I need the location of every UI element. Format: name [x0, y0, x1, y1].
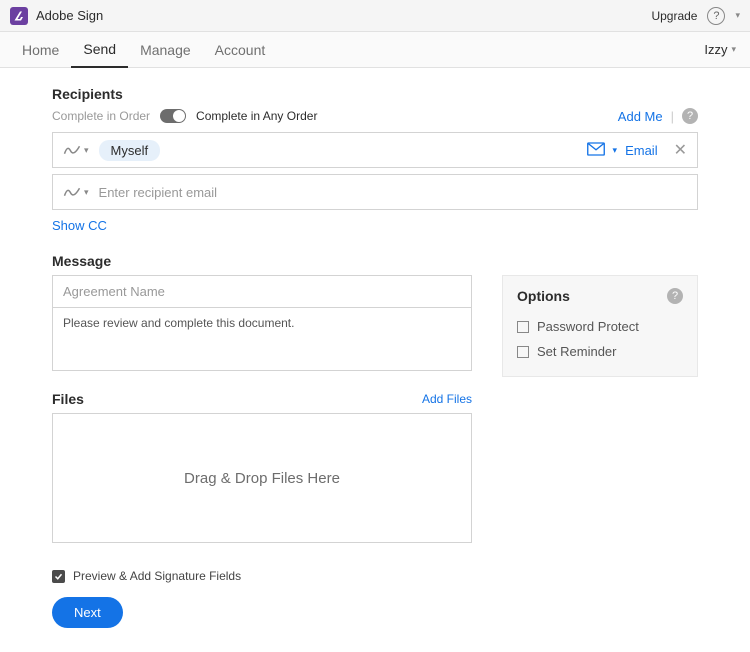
message-heading: Message: [52, 253, 472, 269]
message-body-input[interactable]: [52, 307, 472, 371]
upgrade-link[interactable]: Upgrade: [651, 9, 697, 23]
nav-tab-send[interactable]: Send: [71, 32, 128, 68]
files-heading: Files: [52, 391, 84, 407]
user-menu[interactable]: Izzy ▾: [704, 42, 740, 57]
recipient-input-row: ▾: [52, 174, 698, 210]
option-set-reminder[interactable]: Set Reminder: [517, 339, 683, 364]
app-icon: [10, 7, 28, 25]
next-button[interactable]: Next: [52, 597, 123, 628]
nav-bar: Home Send Manage Account Izzy ▾: [0, 32, 750, 68]
checkbox-checked-icon: [52, 570, 65, 583]
options-heading: Options: [517, 288, 570, 304]
chevron-down-icon: ▾: [84, 145, 89, 156]
nav-tab-account[interactable]: Account: [203, 32, 278, 68]
order-toggle[interactable]: [160, 109, 186, 123]
add-me-link[interactable]: Add Me: [618, 109, 663, 124]
help-icon[interactable]: ?: [707, 7, 725, 25]
option-label: Set Reminder: [537, 344, 616, 359]
nav-tab-home[interactable]: Home: [10, 32, 71, 68]
close-icon[interactable]: ✕: [674, 140, 687, 160]
option-label: Password Protect: [537, 319, 639, 334]
show-cc-link[interactable]: Show CC: [52, 218, 698, 233]
checkbox-icon: [517, 321, 529, 333]
chevron-down-icon: ▾: [731, 44, 736, 55]
help-icon[interactable]: ?: [682, 108, 698, 124]
delivery-email-label[interactable]: Email: [625, 143, 658, 158]
preview-label: Preview & Add Signature Fields: [73, 569, 241, 583]
option-password-protect[interactable]: Password Protect: [517, 314, 683, 339]
checkbox-icon: [517, 346, 529, 358]
help-icon[interactable]: ?: [667, 288, 683, 304]
user-name: Izzy: [704, 42, 727, 57]
agreement-name-input[interactable]: [52, 275, 472, 307]
recipient-chip-myself[interactable]: Myself: [99, 140, 161, 161]
files-dropzone[interactable]: Drag & Drop Files Here: [52, 413, 472, 543]
signer-role-dropdown[interactable]: ▾: [63, 143, 89, 157]
chevron-down-icon[interactable]: ▾: [613, 145, 618, 156]
complete-in-order-label: Complete in Order: [52, 109, 150, 123]
app-title: Adobe Sign: [36, 8, 103, 23]
chevron-down-icon: ▾: [84, 187, 89, 198]
title-bar: Adobe Sign Upgrade ? ▾: [0, 0, 750, 32]
envelope-icon[interactable]: [587, 142, 605, 159]
add-files-link[interactable]: Add Files: [422, 392, 472, 406]
recipient-email-input[interactable]: [99, 185, 687, 200]
complete-any-order-label: Complete in Any Order: [196, 109, 317, 123]
options-panel: Options ? Password Protect Set Reminder: [502, 275, 698, 377]
signer-role-dropdown[interactable]: ▾: [63, 185, 89, 199]
preview-checkbox-row[interactable]: Preview & Add Signature Fields: [52, 569, 698, 583]
nav-tab-manage[interactable]: Manage: [128, 32, 203, 68]
recipients-heading: Recipients: [52, 86, 698, 102]
recipient-row: ▾ Myself ▾ Email ✕: [52, 132, 698, 168]
chevron-down-icon[interactable]: ▾: [735, 10, 740, 21]
